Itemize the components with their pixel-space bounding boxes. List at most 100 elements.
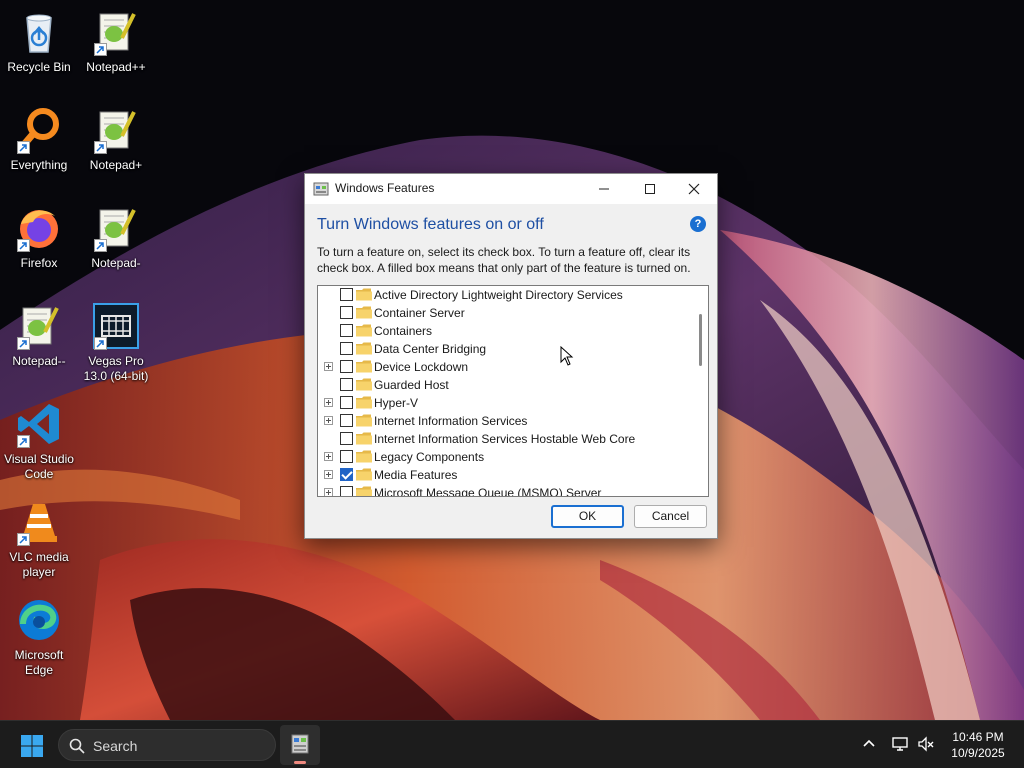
search-input[interactable] <box>93 736 263 756</box>
features-tree[interactable]: Active Directory Lightweight Directory S… <box>317 285 709 497</box>
feature-checkbox[interactable] <box>340 324 353 337</box>
folder-icon <box>356 468 372 481</box>
notepad-minus-icon <box>92 204 140 252</box>
feature-checkbox[interactable] <box>340 306 353 319</box>
feature-row[interactable]: Container Server <box>318 304 694 322</box>
windows-features-dialog: Windows Features Turn Windows features o… <box>304 173 718 539</box>
desktop-icon-label: Firefox <box>20 256 58 270</box>
desktop-icon-label: Recycle Bin <box>7 60 71 74</box>
desktop-icon-label: Vegas Pro 13.0 (64-bit) <box>83 354 149 383</box>
feature-row[interactable]: Guarded Host <box>318 376 694 394</box>
help-icon[interactable]: ? <box>690 216 706 232</box>
shortcut-arrow-icon <box>17 337 30 350</box>
shortcut-arrow-icon <box>94 43 107 56</box>
feature-row[interactable]: Device Lockdown <box>318 358 694 376</box>
feature-checkbox[interactable] <box>340 360 353 373</box>
notepad-minus-minus-icon <box>15 302 63 350</box>
feature-checkbox[interactable] <box>340 432 353 445</box>
desktop-icon-vegas-pro[interactable]: Vegas Pro 13.0 (64-bit) <box>77 302 155 384</box>
shortcut-arrow-icon <box>17 435 30 448</box>
desktop-icon-vscode[interactable]: Visual Studio Code <box>0 400 78 482</box>
desktop-icon-edge[interactable]: Microsoft Edge <box>0 596 78 678</box>
feature-checkbox[interactable] <box>340 396 353 409</box>
features-scrollbar[interactable] <box>694 286 708 496</box>
desktop-icon-label: Microsoft Edge <box>14 648 64 677</box>
feature-row[interactable]: Hyper-V <box>318 394 694 412</box>
desktop-icon-notepad-plus[interactable]: Notepad+ <box>77 106 155 173</box>
feature-checkbox[interactable] <box>340 414 353 427</box>
clock-date: 10/9/2025 <box>951 746 1005 760</box>
desktop-icon-notepad-minus[interactable]: Notepad- <box>77 204 155 271</box>
scrollbar-thumb[interactable] <box>699 314 702 366</box>
feature-row[interactable]: Active Directory Lightweight Directory S… <box>318 286 694 304</box>
edge-icon <box>15 596 63 644</box>
feature-checkbox[interactable] <box>340 342 353 355</box>
desktop-icon-firefox[interactable]: Firefox <box>0 204 78 271</box>
desktop-icon-label: Notepad-- <box>12 354 66 368</box>
feature-row[interactable]: Data Center Bridging <box>318 340 694 358</box>
feature-row[interactable]: Containers <box>318 322 694 340</box>
feature-checkbox[interactable] <box>340 378 353 391</box>
ok-button[interactable]: OK <box>551 505 624 528</box>
feature-checkbox[interactable] <box>340 486 353 496</box>
recycle-bin-icon <box>15 8 63 56</box>
maximize-icon <box>645 184 655 194</box>
network-icon[interactable] <box>891 735 909 753</box>
folder-icon <box>356 396 372 409</box>
feature-row[interactable]: Internet Information Services <box>318 412 694 430</box>
shortcut-arrow-icon <box>94 337 107 350</box>
folder-icon <box>356 414 372 427</box>
feature-checkbox[interactable] <box>340 288 353 301</box>
folder-icon <box>356 306 372 319</box>
desktop-icon-label: VLC media player <box>9 550 69 579</box>
expand-plus-icon[interactable] <box>324 488 333 496</box>
feature-label: Data Center Bridging <box>374 342 487 356</box>
folder-icon <box>356 450 372 463</box>
expand-plus-icon[interactable] <box>324 362 333 371</box>
notepad-plus-plus-icon <box>92 8 140 56</box>
expand-plus-icon[interactable] <box>324 416 333 425</box>
chevron-up-icon[interactable] <box>860 735 878 753</box>
close-button[interactable] <box>671 174 717 204</box>
feature-row[interactable]: Media Features <box>318 466 694 484</box>
shortcut-arrow-icon <box>94 141 107 154</box>
feature-label: Microsoft Message Queue (MSMQ) Server <box>374 486 602 497</box>
feature-label: Internet Information Services Hostable W… <box>374 432 636 446</box>
taskbar-clock[interactable]: 10:46 PM 10/9/2025 <box>940 729 1016 761</box>
feature-label: Internet Information Services <box>374 414 528 428</box>
mouse-pointer-icon <box>560 346 574 366</box>
expand-plus-icon[interactable] <box>324 398 333 407</box>
expand-plus-icon[interactable] <box>324 470 333 479</box>
taskbar-search-box[interactable] <box>58 729 276 761</box>
desktop-icon-vlc[interactable]: VLC media player <box>0 498 78 580</box>
feature-checkbox[interactable] <box>340 468 353 481</box>
firefox-icon <box>15 204 63 252</box>
taskbar-app-windows-features[interactable] <box>280 725 320 765</box>
cancel-button[interactable]: Cancel <box>634 505 707 528</box>
expand-plus-icon[interactable] <box>324 452 333 461</box>
vegas-pro-icon <box>92 302 140 350</box>
feature-row[interactable]: Microsoft Message Queue (MSMQ) Server <box>318 484 694 497</box>
desktop-icon-everything[interactable]: Everything <box>0 106 78 173</box>
shortcut-arrow-icon <box>17 141 30 154</box>
active-app-indicator <box>294 761 306 764</box>
feature-row[interactable]: Legacy Components <box>318 448 694 466</box>
feature-checkbox[interactable] <box>340 450 353 463</box>
windows-start-icon[interactable] <box>20 734 44 758</box>
title-bar[interactable]: Windows Features <box>305 174 717 204</box>
folder-icon <box>356 486 372 496</box>
vscode-icon <box>15 400 63 448</box>
desktop-icon-label: Visual Studio Code <box>4 452 74 481</box>
feature-row[interactable]: Internet Information Services Hostable W… <box>318 430 694 448</box>
shortcut-arrow-icon <box>17 239 30 252</box>
desktop-icon-notepad-minus-minus[interactable]: Notepad-- <box>0 302 78 369</box>
desktop-icon-notepad-plus-plus[interactable]: Notepad++ <box>77 8 155 75</box>
feature-label: Media Features <box>374 468 458 482</box>
maximize-button[interactable] <box>627 174 673 204</box>
minimize-button[interactable] <box>581 174 627 204</box>
desktop-icon-recycle-bin[interactable]: Recycle Bin <box>0 8 78 75</box>
folder-icon <box>356 360 372 373</box>
feature-label: Containers <box>374 324 433 338</box>
speaker-muted-icon[interactable] <box>917 735 935 753</box>
dialog-description: To turn a feature on, select its check b… <box>317 245 691 275</box>
